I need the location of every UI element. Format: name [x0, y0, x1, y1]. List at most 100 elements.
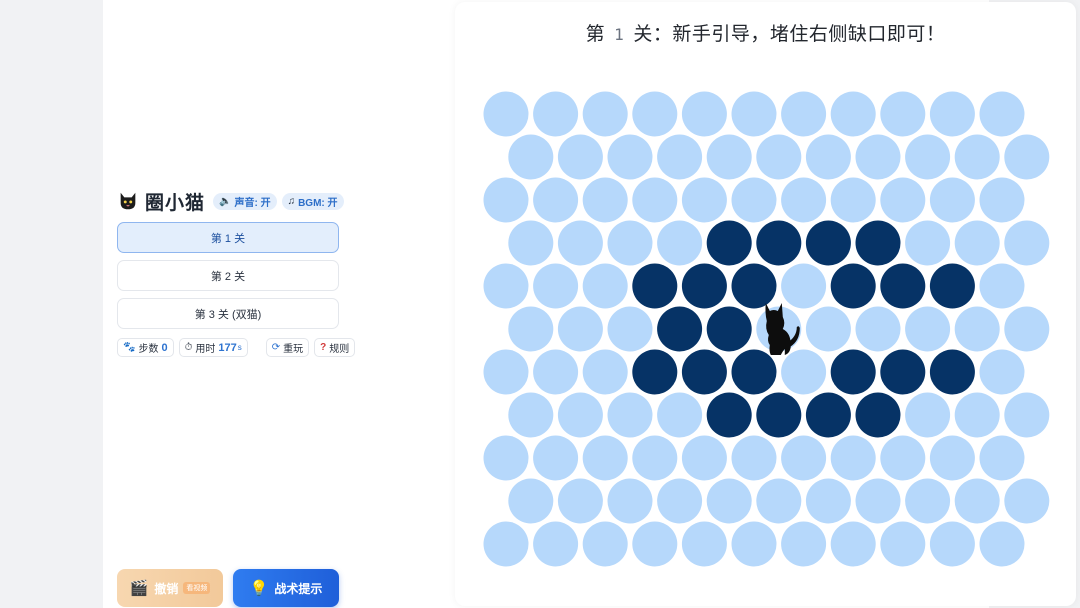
- open-cell[interactable]: [632, 91, 678, 137]
- open-cell[interactable]: [756, 478, 802, 524]
- open-cell[interactable]: [557, 306, 603, 352]
- open-cell[interactable]: [582, 91, 628, 137]
- open-cell[interactable]: [681, 435, 727, 481]
- open-cell[interactable]: [483, 521, 529, 567]
- open-cell[interactable]: [979, 263, 1025, 309]
- open-cell[interactable]: [706, 134, 752, 180]
- open-cell[interactable]: [756, 134, 802, 180]
- sound-toggle[interactable]: 🔈 声音: 开: [213, 192, 277, 210]
- open-cell[interactable]: [781, 521, 827, 567]
- open-cell[interactable]: [781, 435, 827, 481]
- open-cell[interactable]: [954, 134, 1000, 180]
- open-cell[interactable]: [533, 521, 579, 567]
- open-cell[interactable]: [954, 306, 1000, 352]
- open-cell[interactable]: [483, 435, 529, 481]
- open-cell[interactable]: [607, 306, 653, 352]
- open-cell[interactable]: [533, 349, 579, 395]
- open-cell[interactable]: [657, 134, 703, 180]
- open-cell[interactable]: [905, 134, 951, 180]
- open-cell[interactable]: [954, 392, 1000, 438]
- open-cell[interactable]: [533, 177, 579, 223]
- open-cell[interactable]: [582, 435, 628, 481]
- open-cell[interactable]: [1004, 478, 1050, 524]
- level-1-button[interactable]: 第 1 关: [117, 222, 339, 253]
- open-cell[interactable]: [582, 177, 628, 223]
- open-cell[interactable]: [607, 392, 653, 438]
- open-cell[interactable]: [830, 177, 876, 223]
- open-cell[interactable]: [632, 177, 678, 223]
- open-cell[interactable]: [557, 220, 603, 266]
- open-cell[interactable]: [681, 91, 727, 137]
- open-cell[interactable]: [508, 306, 554, 352]
- open-cell[interactable]: [781, 177, 827, 223]
- open-cell[interactable]: [929, 91, 975, 137]
- open-cell[interactable]: [805, 478, 851, 524]
- replay-button[interactable]: ⟳ 重玩: [265, 338, 310, 357]
- open-cell[interactable]: [830, 521, 876, 567]
- open-cell[interactable]: [880, 177, 926, 223]
- open-cell[interactable]: [781, 349, 827, 395]
- open-cell[interactable]: [979, 435, 1025, 481]
- bgm-toggle[interactable]: ♫ BGM: 开: [281, 192, 344, 210]
- open-cell[interactable]: [632, 435, 678, 481]
- open-cell[interactable]: [805, 306, 851, 352]
- open-cell[interactable]: [681, 177, 727, 223]
- open-cell[interactable]: [979, 177, 1025, 223]
- open-cell[interactable]: [533, 91, 579, 137]
- open-cell[interactable]: [483, 263, 529, 309]
- open-cell[interactable]: [483, 349, 529, 395]
- open-cell[interactable]: [855, 134, 901, 180]
- open-cell[interactable]: [508, 134, 554, 180]
- open-cell[interactable]: [979, 521, 1025, 567]
- undo-button[interactable]: 🎬 撤销 看视频: [117, 569, 223, 607]
- open-cell[interactable]: [657, 392, 703, 438]
- open-cell[interactable]: [805, 134, 851, 180]
- open-cell[interactable]: [880, 91, 926, 137]
- open-cell[interactable]: [533, 263, 579, 309]
- open-cell[interactable]: [706, 478, 752, 524]
- open-cell[interactable]: [731, 177, 777, 223]
- open-cell[interactable]: [483, 91, 529, 137]
- open-cell[interactable]: [929, 177, 975, 223]
- open-cell[interactable]: [929, 521, 975, 567]
- open-cell[interactable]: [954, 478, 1000, 524]
- open-cell[interactable]: [557, 134, 603, 180]
- open-cell[interactable]: [905, 478, 951, 524]
- open-cell[interactable]: [557, 478, 603, 524]
- open-cell[interactable]: [979, 91, 1025, 137]
- open-cell[interactable]: [607, 220, 653, 266]
- open-cell[interactable]: [681, 521, 727, 567]
- open-cell[interactable]: [905, 392, 951, 438]
- open-cell[interactable]: [582, 521, 628, 567]
- open-cell[interactable]: [1004, 306, 1050, 352]
- open-cell[interactable]: [855, 478, 901, 524]
- open-cell[interactable]: [657, 478, 703, 524]
- open-cell[interactable]: [1004, 392, 1050, 438]
- open-cell[interactable]: [1004, 220, 1050, 266]
- open-cell[interactable]: [731, 435, 777, 481]
- open-cell[interactable]: [855, 306, 901, 352]
- level-3-button[interactable]: 第 3 关 (双猫): [117, 298, 339, 329]
- rules-button[interactable]: ? 规则: [314, 338, 356, 357]
- level-2-button[interactable]: 第 2 关: [117, 260, 339, 291]
- hint-button[interactable]: 💡 战术提示: [233, 569, 339, 607]
- open-cell[interactable]: [929, 435, 975, 481]
- open-cell[interactable]: [533, 435, 579, 481]
- open-cell[interactable]: [632, 521, 678, 567]
- open-cell[interactable]: [582, 263, 628, 309]
- open-cell[interactable]: [905, 306, 951, 352]
- open-cell[interactable]: [508, 220, 554, 266]
- open-cell[interactable]: [557, 392, 603, 438]
- open-cell[interactable]: [1004, 134, 1050, 180]
- open-cell[interactable]: [607, 478, 653, 524]
- open-cell[interactable]: [508, 478, 554, 524]
- open-cell[interactable]: [880, 435, 926, 481]
- open-cell[interactable]: [607, 134, 653, 180]
- open-cell[interactable]: [731, 91, 777, 137]
- open-cell[interactable]: [954, 220, 1000, 266]
- open-cell[interactable]: [880, 521, 926, 567]
- open-cell[interactable]: [781, 91, 827, 137]
- open-cell[interactable]: [483, 177, 529, 223]
- open-cell[interactable]: [979, 349, 1025, 395]
- open-cell[interactable]: [830, 91, 876, 137]
